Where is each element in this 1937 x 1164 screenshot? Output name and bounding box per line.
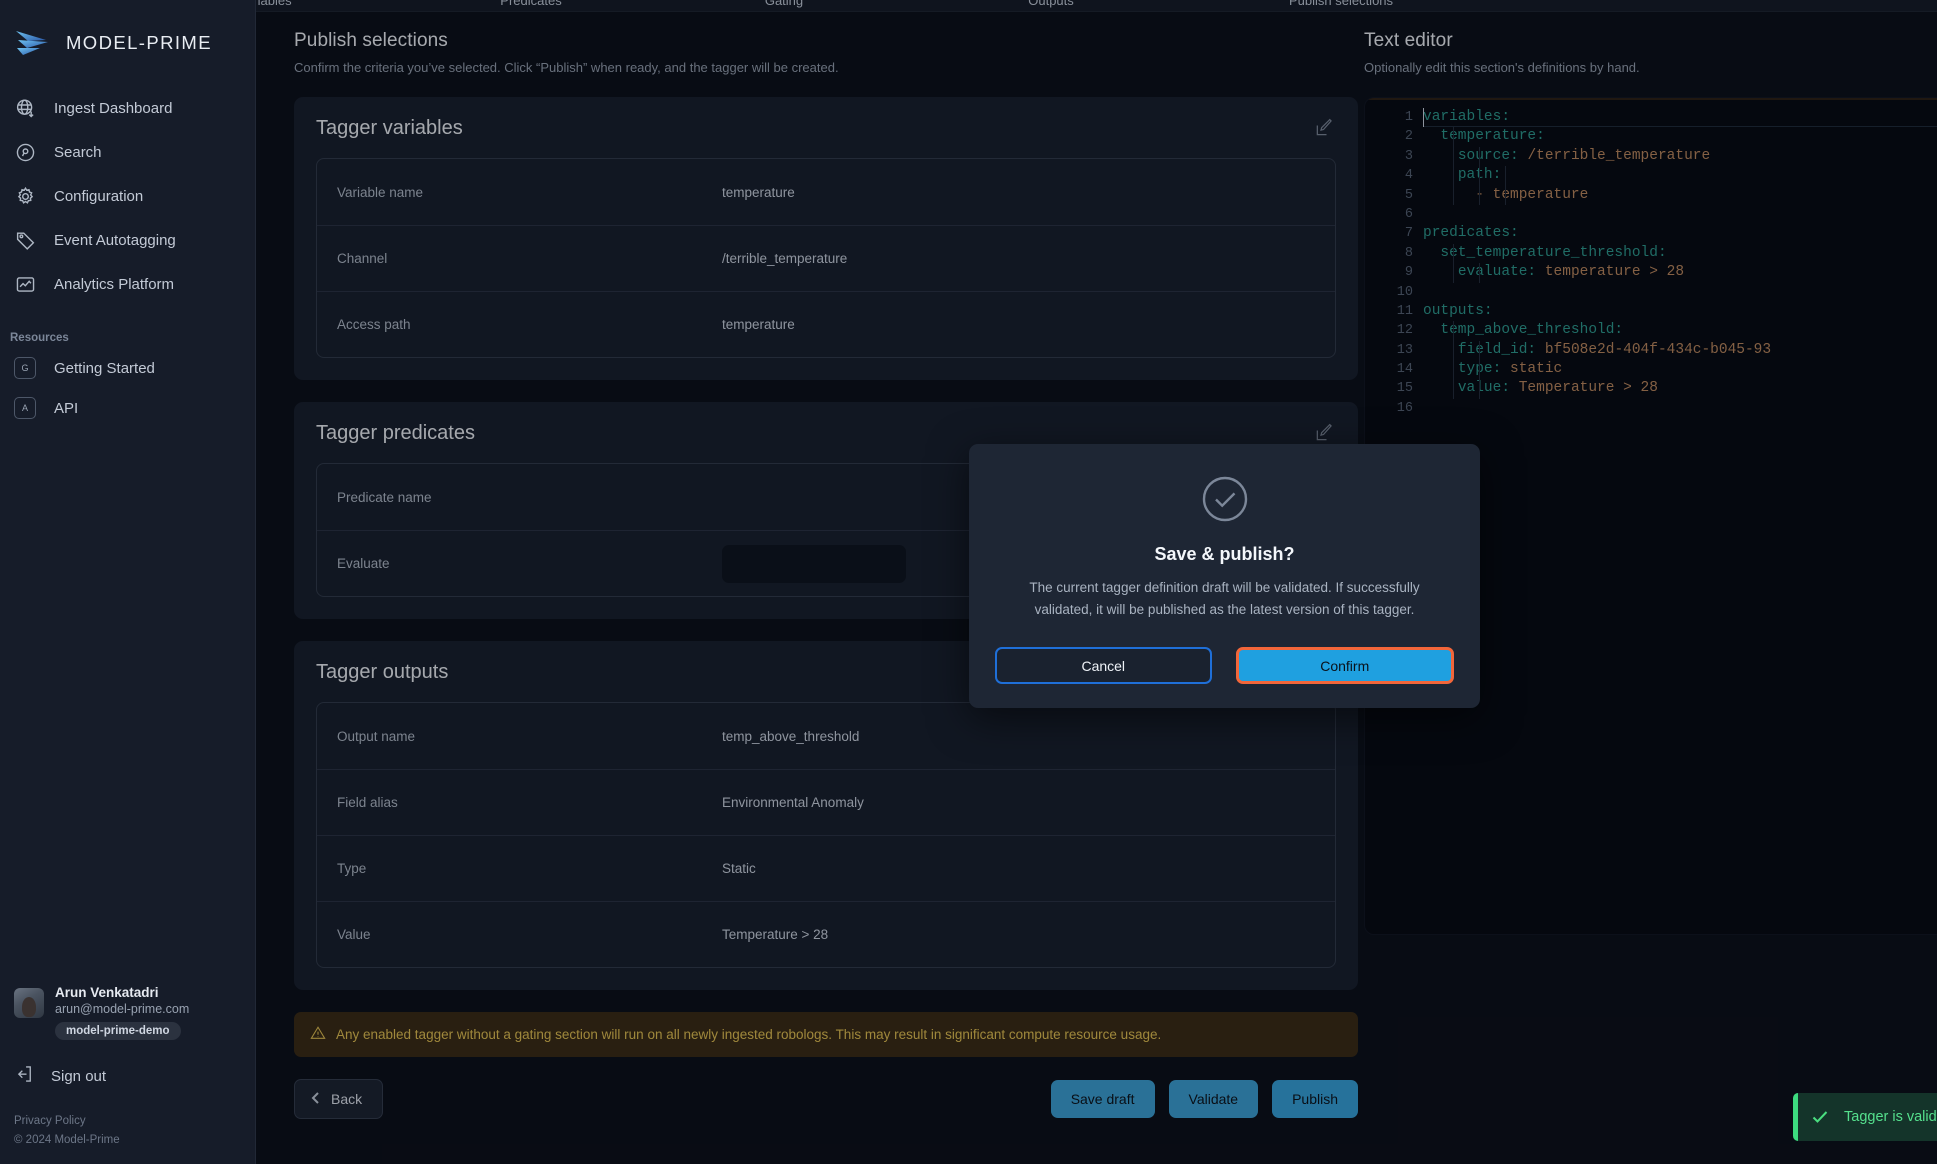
sidebar-item-label: Search bbox=[54, 143, 102, 161]
save-publish-dialog: Save & publish? The current tagger defin… bbox=[969, 444, 1480, 708]
brand-name: MODEL-PRIME bbox=[66, 32, 212, 53]
brand-logo[interactable]: MODEL-PRIME bbox=[0, 0, 255, 68]
resources-heading: Resources bbox=[10, 332, 69, 344]
sidebar-nav: Ingest Dashboard Search Configuration Ev… bbox=[0, 86, 255, 428]
sign-out-button[interactable]: Sign out bbox=[0, 1056, 255, 1096]
tag-icon bbox=[14, 229, 36, 251]
dialog-title: Save & publish? bbox=[1154, 544, 1295, 564]
sign-out-label: Sign out bbox=[51, 1067, 107, 1085]
sidebar-item-ingest-dashboard[interactable]: Ingest Dashboard bbox=[0, 86, 255, 130]
globe-download-icon bbox=[14, 97, 36, 119]
copyright-text: © 2024 Model-Prime bbox=[14, 1134, 120, 1146]
getting-started-badge-icon: G bbox=[14, 357, 36, 379]
gear-icon bbox=[14, 185, 36, 207]
check-circle-icon bbox=[995, 472, 1454, 526]
cancel-button[interactable]: Cancel bbox=[995, 647, 1212, 684]
main-content: VariablesPredicatesGatingOutputsPublish … bbox=[256, 0, 1937, 1164]
sidebar-item-label: Getting Started bbox=[54, 359, 155, 377]
chart-image-icon bbox=[14, 273, 36, 295]
confirm-button[interactable]: Confirm bbox=[1235, 647, 1454, 684]
sidebar-item-event-autotagging[interactable]: Event Autotagging bbox=[0, 218, 255, 262]
sidebar-item-label: Configuration bbox=[54, 187, 144, 205]
avatar bbox=[14, 988, 44, 1018]
search-icon bbox=[14, 141, 36, 163]
sidebar-item-label: Ingest Dashboard bbox=[54, 99, 173, 117]
sidebar-item-label: API bbox=[54, 399, 79, 417]
sidebar-item-label: Analytics Platform bbox=[54, 275, 175, 293]
org-badge: model-prime-demo bbox=[55, 1022, 181, 1040]
toast-notification: Tagger is valid bbox=[1793, 1093, 1937, 1141]
sidebar-item-getting-started[interactable]: G Getting Started bbox=[0, 348, 255, 388]
dialog-description: The current tagger definition draft will… bbox=[1029, 580, 1420, 617]
user-profile[interactable]: Arun Venkatadri arun@model-prime.com mod… bbox=[0, 985, 255, 1040]
dialog-actions: Cancel Confirm bbox=[995, 647, 1454, 684]
sidebar-item-analytics-platform[interactable]: Analytics Platform bbox=[0, 262, 255, 306]
user-name: Arun Venkatadri bbox=[55, 985, 159, 1000]
api-badge-icon: A bbox=[14, 397, 36, 419]
privacy-policy-link[interactable]: Privacy Policy bbox=[14, 1115, 86, 1127]
toast-message: Tagger is valid bbox=[1844, 1109, 1937, 1125]
user-email: arun@model-prime.com bbox=[55, 1002, 190, 1016]
sidebar: MODEL-PRIME Ingest Dashboard Search Conf bbox=[0, 0, 256, 1164]
sidebar-item-label: Event Autotagging bbox=[54, 231, 176, 249]
sidebar-legal: Privacy Policy © 2024 Model-Prime bbox=[0, 1096, 255, 1164]
app-root: MODEL-PRIME Ingest Dashboard Search Conf bbox=[0, 0, 1937, 1164]
sidebar-item-api[interactable]: A API bbox=[0, 388, 255, 428]
sign-out-icon bbox=[14, 1064, 34, 1088]
sidebar-item-configuration[interactable]: Configuration bbox=[0, 174, 255, 218]
sidebar-item-search[interactable]: Search bbox=[0, 130, 255, 174]
check-icon bbox=[1810, 1107, 1830, 1127]
model-prime-logo-icon bbox=[14, 28, 56, 58]
